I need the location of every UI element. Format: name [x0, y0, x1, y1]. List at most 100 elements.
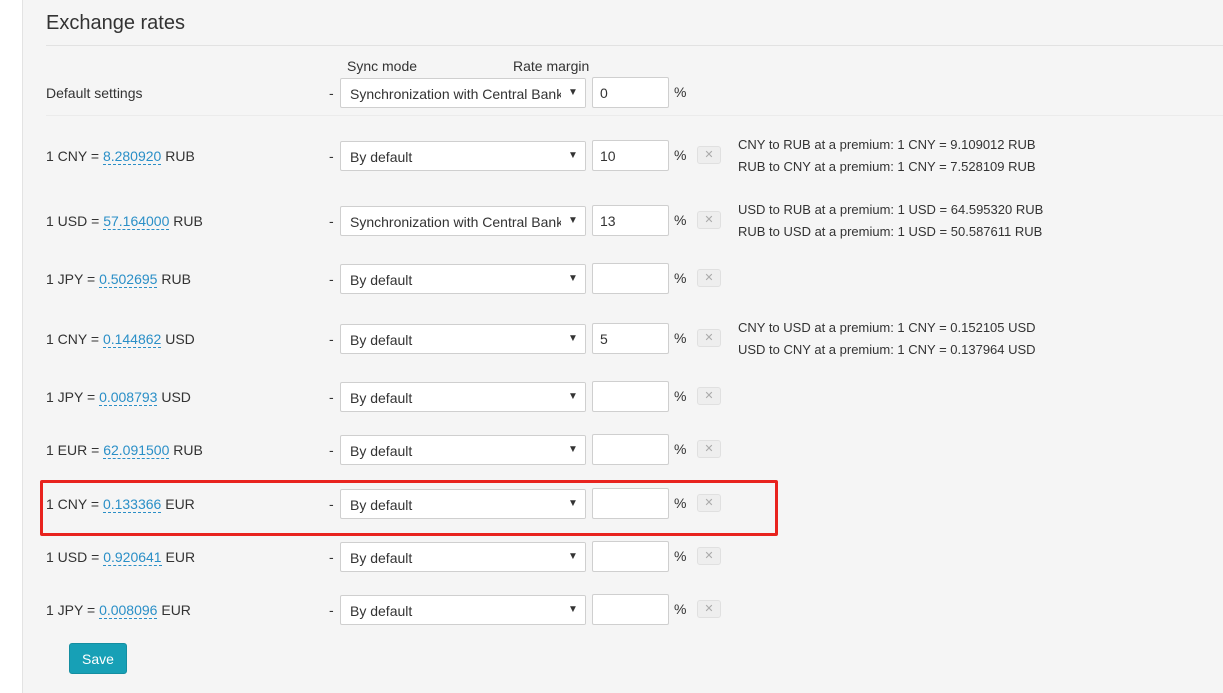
close-icon: ✕ [704, 149, 714, 161]
rate-label: 1 JPY = 0.008793 USD [46, 389, 191, 406]
default-settings-label: Default settings [46, 85, 143, 101]
dash: - [329, 389, 334, 405]
margin-input[interactable] [592, 205, 669, 236]
sync-mode-value: By default [350, 603, 413, 619]
rate-prefix: 1 JPY = [46, 602, 100, 618]
rate-label: 1 USD = 57.164000 RUB [46, 213, 203, 230]
margin-input[interactable] [592, 263, 669, 294]
rate-prefix: 1 JPY = [46, 271, 100, 287]
rate-label: 1 JPY = 0.008096 EUR [46, 602, 191, 619]
remove-margin-button[interactable]: ✕ [697, 329, 721, 347]
remove-margin-button[interactable]: ✕ [697, 146, 721, 164]
rate-suffix: RUB [169, 442, 203, 458]
rate-suffix: RUB [169, 213, 203, 229]
sync-mode-select[interactable]: By default ▼ [340, 542, 586, 572]
rate-suffix: EUR [161, 549, 196, 565]
rate-label: 1 CNY = 8.280920 RUB [46, 148, 195, 165]
margin-input[interactable] [592, 140, 669, 171]
close-icon: ✕ [704, 443, 714, 455]
default-sync-mode-select[interactable]: Synchronization with Central Bank ▼ [340, 78, 586, 108]
remove-margin-button[interactable]: ✕ [697, 211, 721, 229]
sync-mode-select[interactable]: By default ▼ [340, 324, 586, 354]
margin-input[interactable] [592, 541, 669, 572]
sidebar-edge [0, 0, 22, 693]
rate-value-link[interactable]: 0.008793 [99, 389, 158, 406]
sync-mode-select[interactable]: Synchronization with Central Bank ▼ [340, 206, 586, 236]
premium-line-1: CNY to USD at a premium: 1 CNY = 0.15210… [738, 320, 1036, 335]
percent-sign: % [674, 548, 687, 564]
rate-value-link[interactable]: 62.091500 [103, 442, 170, 459]
rate-row: 1 CNY = 0.144862 USD - By default ▼ % ✕ … [23, 320, 1223, 357]
close-icon: ✕ [704, 550, 714, 562]
rate-suffix: USD [157, 389, 191, 405]
percent-sign: % [674, 212, 687, 228]
sync-mode-value: By default [350, 149, 413, 165]
dash: - [329, 331, 334, 347]
rate-row: 1 JPY = 0.008793 USD - By default ▼ % ✕ [23, 381, 1223, 415]
sync-mode-value: By default [350, 550, 413, 566]
default-sync-mode-value: Synchronization with Central Bank [350, 86, 564, 102]
rate-value-link[interactable]: 0.144862 [102, 331, 162, 348]
rate-value-link[interactable]: 0.502695 [99, 271, 158, 288]
percent-sign: % [674, 330, 687, 346]
close-icon: ✕ [704, 272, 714, 284]
sync-mode-value: Synchronization with Central Bank [350, 214, 564, 230]
remove-margin-button[interactable]: ✕ [697, 600, 721, 618]
chevron-down-icon: ▼ [561, 543, 585, 571]
chevron-down-icon: ▼ [561, 79, 585, 107]
sync-mode-select[interactable]: By default ▼ [340, 264, 586, 294]
default-settings-row: Default settings - Synchronization with … [23, 77, 1223, 111]
premium-info: CNY to USD at a premium: 1 CNY = 0.15210… [738, 317, 1036, 361]
remove-margin-button[interactable]: ✕ [697, 440, 721, 458]
premium-info: USD to RUB at a premium: 1 USD = 64.5953… [738, 199, 1043, 243]
dash: - [329, 148, 334, 164]
highlight-box [40, 480, 778, 536]
default-margin-input[interactable] [592, 77, 669, 108]
chevron-down-icon: ▼ [561, 265, 585, 293]
rate-label: 1 JPY = 0.502695 RUB [46, 271, 191, 288]
rate-label: 1 EUR = 62.091500 RUB [46, 442, 203, 459]
rate-row: 1 JPY = 0.502695 RUB - By default ▼ % ✕ [23, 263, 1223, 297]
rate-suffix: RUB [157, 271, 191, 287]
percent-sign: % [674, 270, 687, 286]
sync-mode-select[interactable]: By default ▼ [340, 595, 586, 625]
rate-row: 1 USD = 57.164000 RUB - Synchronization … [23, 202, 1223, 239]
premium-line-2: RUB to USD at a premium: 1 USD = 50.5876… [738, 224, 1043, 239]
rate-prefix: 1 JPY = [46, 389, 100, 405]
percent-sign: % [674, 441, 687, 457]
remove-margin-button[interactable]: ✕ [697, 387, 721, 405]
sync-mode-select[interactable]: By default ▼ [340, 382, 586, 412]
sync-mode-header: Sync mode [347, 58, 418, 74]
rate-value-link[interactable]: 57.164000 [103, 213, 170, 230]
premium-line-2: RUB to CNY at a premium: 1 CNY = 7.52810… [738, 159, 1036, 174]
margin-input[interactable] [592, 381, 669, 412]
rate-label: 1 USD = 0.920641 EUR [46, 549, 196, 566]
premium-line-1: USD to RUB at a premium: 1 USD = 64.5953… [738, 202, 1044, 217]
rate-suffix: EUR [157, 602, 191, 618]
rate-value-link[interactable]: 0.920641 [103, 549, 162, 566]
premium-info: CNY to RUB at a premium: 1 CNY = 9.10901… [738, 134, 1036, 178]
dash: - [329, 442, 334, 458]
premium-line-2: USD to CNY at a premium: 1 CNY = 0.13796… [738, 342, 1036, 357]
sync-mode-value: By default [350, 332, 413, 348]
sync-mode-select[interactable]: By default ▼ [340, 141, 586, 171]
margin-input[interactable] [592, 434, 669, 465]
rate-prefix: 1 EUR = [46, 442, 104, 458]
rate-value-link[interactable]: 0.008096 [99, 602, 158, 619]
close-icon: ✕ [704, 390, 714, 402]
margin-input[interactable] [592, 323, 669, 354]
sync-mode-select[interactable]: By default ▼ [340, 435, 586, 465]
remove-margin-button[interactable]: ✕ [697, 269, 721, 287]
remove-margin-button[interactable]: ✕ [697, 547, 721, 565]
sync-mode-value: By default [350, 390, 413, 406]
percent-sign: % [674, 147, 687, 163]
sync-mode-value: By default [350, 443, 413, 459]
chevron-down-icon: ▼ [561, 436, 585, 464]
rate-suffix: RUB [161, 148, 195, 164]
sync-mode-value: By default [350, 272, 413, 288]
rate-prefix: 1 USD = [46, 213, 104, 229]
margin-input[interactable] [592, 594, 669, 625]
rate-prefix: 1 USD = [46, 549, 104, 565]
rate-value-link[interactable]: 8.280920 [102, 148, 162, 165]
save-button[interactable]: Save [69, 643, 127, 674]
